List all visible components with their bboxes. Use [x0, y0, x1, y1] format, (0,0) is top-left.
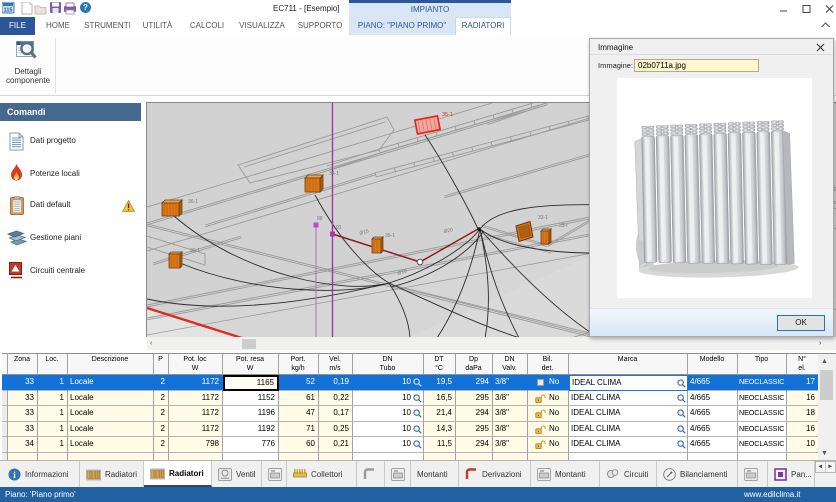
svg-text:88: 88: [317, 216, 323, 222]
svg-text:33-r: 33-r: [559, 223, 568, 229]
svg-text:91: 91: [336, 225, 342, 231]
svg-text:36-1: 36-1: [190, 248, 200, 254]
svg-text:35-1: 35-1: [442, 112, 453, 118]
svg-text:33-1: 33-1: [538, 215, 548, 221]
svg-text:34-1: 34-1: [329, 171, 339, 177]
svg-text:?: ?: [83, 3, 88, 12]
svg-text:115: 115: [4, 8, 13, 14]
svg-text:35-1: 35-1: [385, 233, 395, 239]
svg-text:36-1: 36-1: [188, 199, 198, 205]
